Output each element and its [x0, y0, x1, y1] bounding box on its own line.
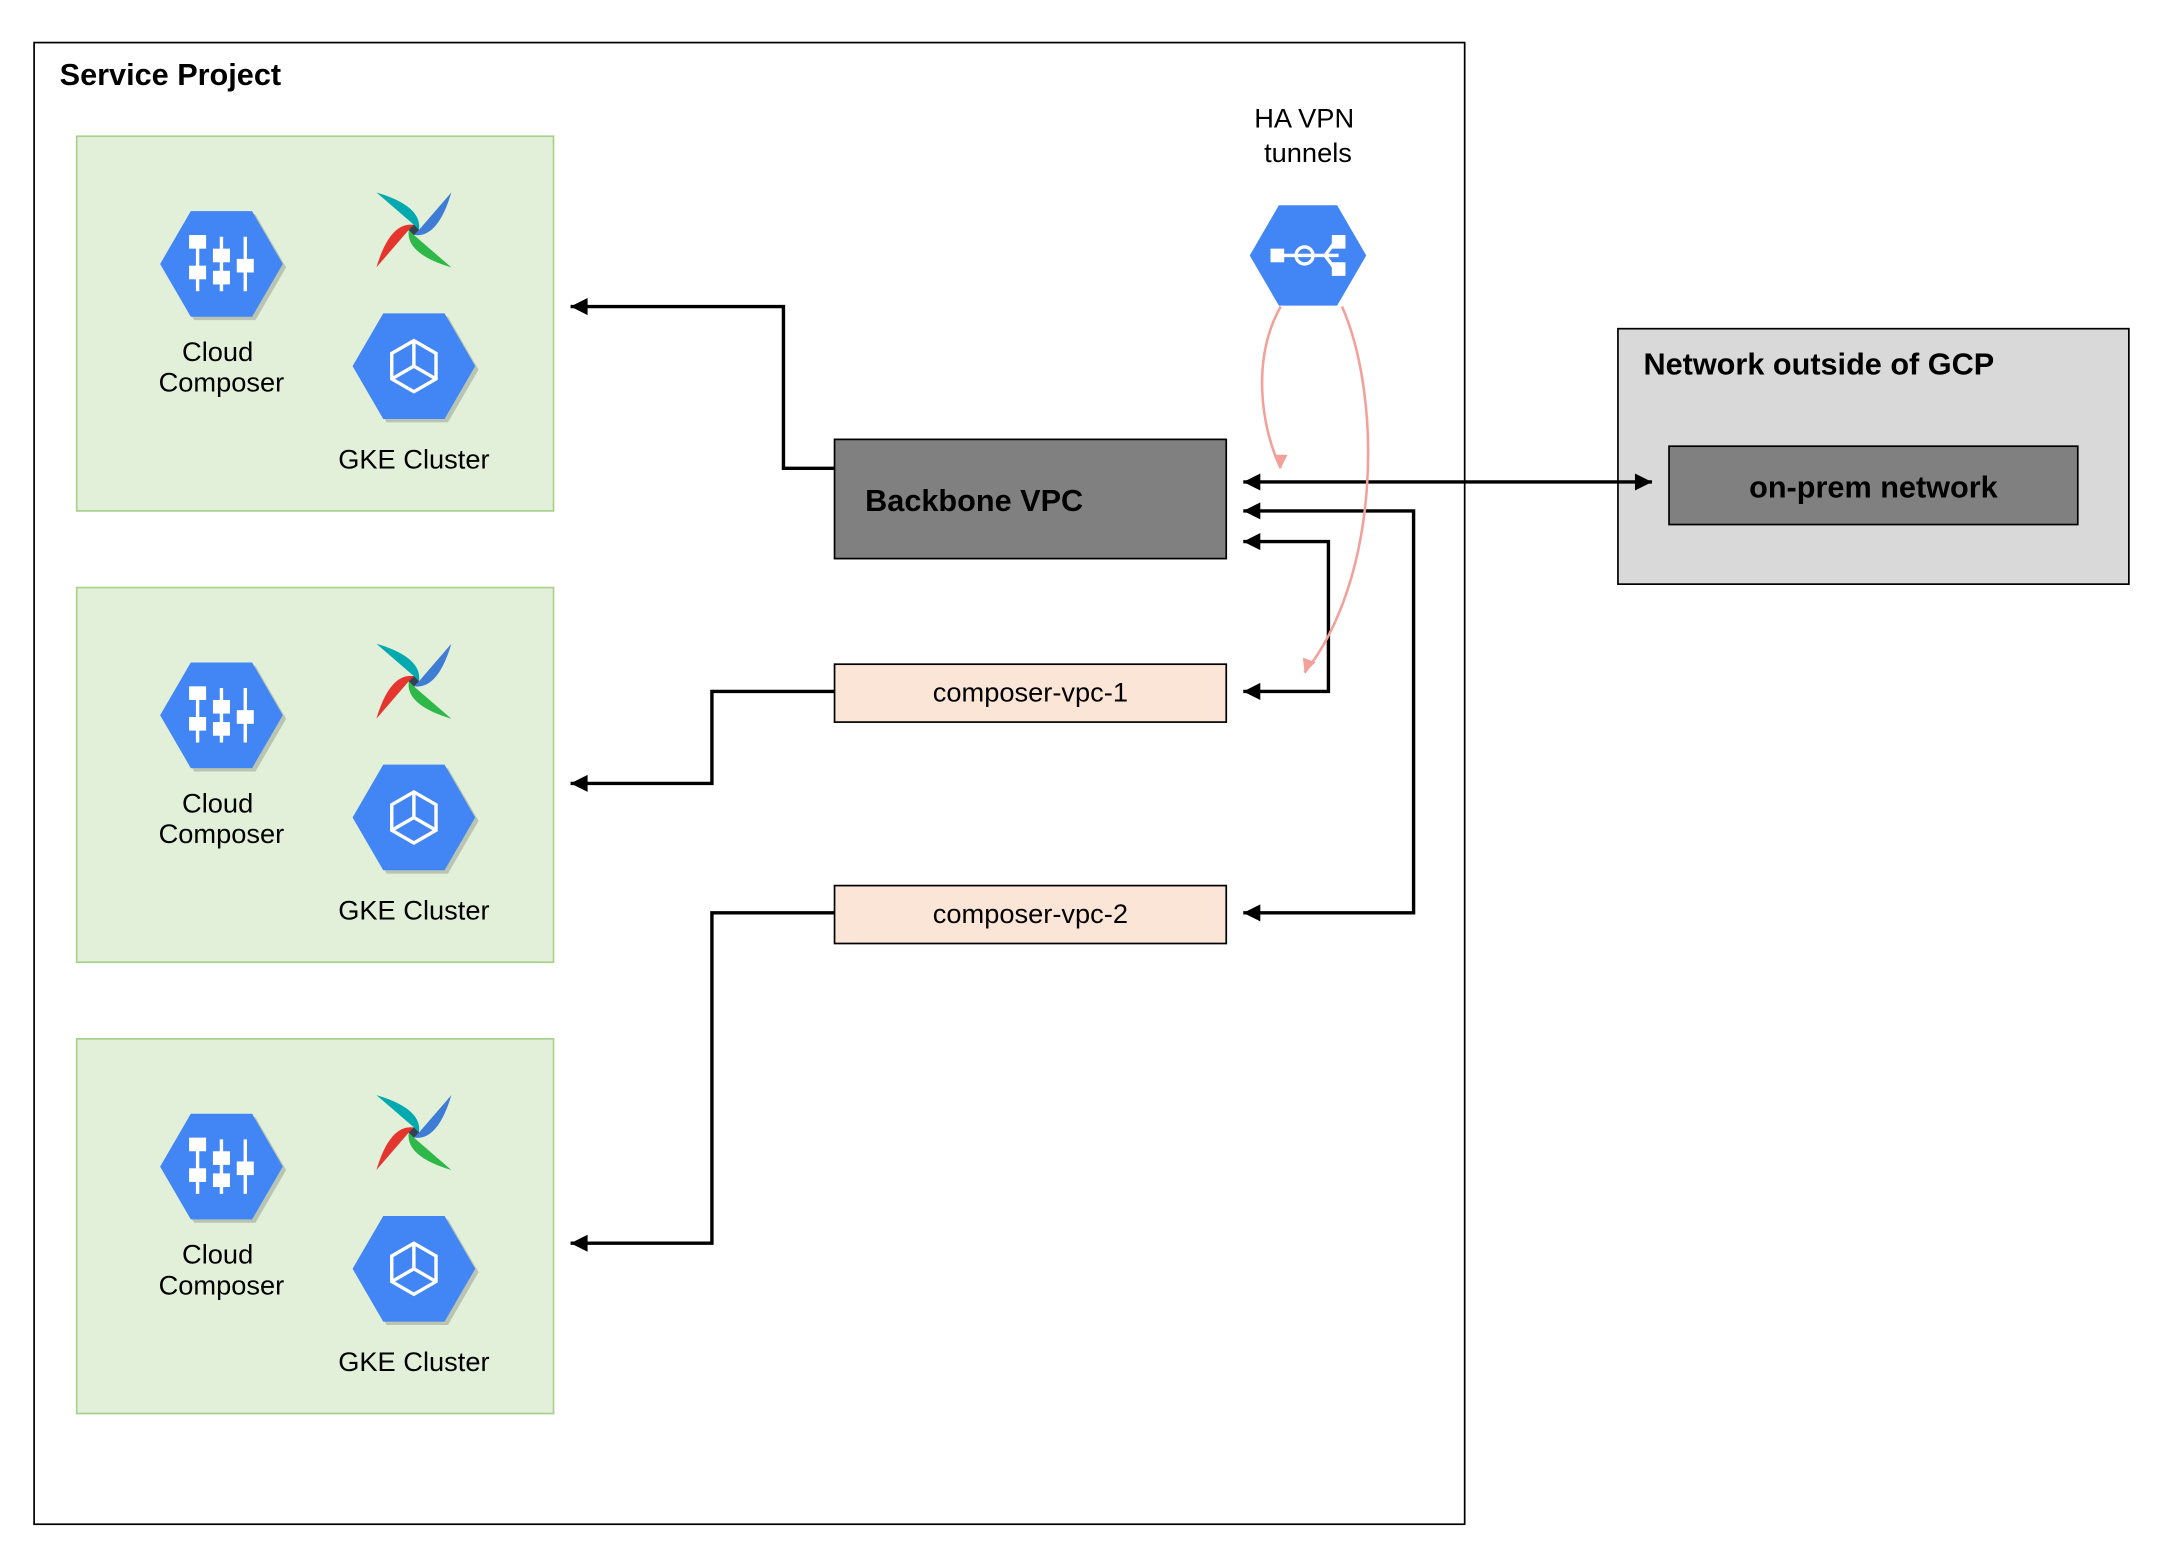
composer-env-2: Cloud Composer GKE Cluster: [77, 588, 554, 963]
composer-vpc-2-label: composer-vpc-2: [933, 898, 1128, 929]
backbone-vpc-label: Backbone VPC: [865, 484, 1083, 518]
gke-cluster-label: GKE Cluster: [338, 443, 489, 474]
gke-cluster-label: GKE Cluster: [338, 895, 489, 926]
svg-text:HA VPN tunnels: HA VPN tunnels: [1254, 103, 1361, 168]
gke-cluster-label: GKE Cluster: [338, 1346, 489, 1377]
on-prem-network-label: on-prem network: [1749, 470, 1999, 504]
arrow-vpc1-backbone: [1243, 533, 1328, 700]
composer-vpc-2-box: composer-vpc-2: [835, 886, 1227, 944]
vpn-hub-icon: [1250, 205, 1366, 305]
arrow-vpc1-to-env2: [571, 691, 835, 791]
arrow-vpc2-to-env3: [571, 913, 835, 1252]
composer-env-1: Cloud Composer GKE Cluster: [77, 136, 554, 511]
arrow-backbone-onprem: [1243, 473, 1652, 490]
network-outside-gcp-container: Network outside of GCP on-prem network: [1618, 329, 2129, 584]
network-outside-gcp-label: Network outside of GCP: [1643, 348, 1994, 382]
ha-vpn-tunnels: HA VPN tunnels: [1250, 103, 1366, 306]
vpn-tunnel-to-backbone: [1262, 307, 1287, 469]
service-project-title: Service Project: [60, 58, 281, 92]
arrow-backbone-to-env1: [571, 298, 835, 468]
backbone-vpc-box: Backbone VPC: [835, 439, 1227, 558]
composer-vpc-1-box: composer-vpc-1: [835, 664, 1227, 722]
composer-env-3: Cloud Composer GKE Cluster: [77, 1039, 554, 1414]
vpn-tunnel-to-vpc1: [1298, 307, 1368, 675]
composer-vpc-1-label: composer-vpc-1: [933, 677, 1128, 708]
architecture-diagram: Service Project Cloud Composer GKE Clust…: [0, 0, 2180, 1560]
